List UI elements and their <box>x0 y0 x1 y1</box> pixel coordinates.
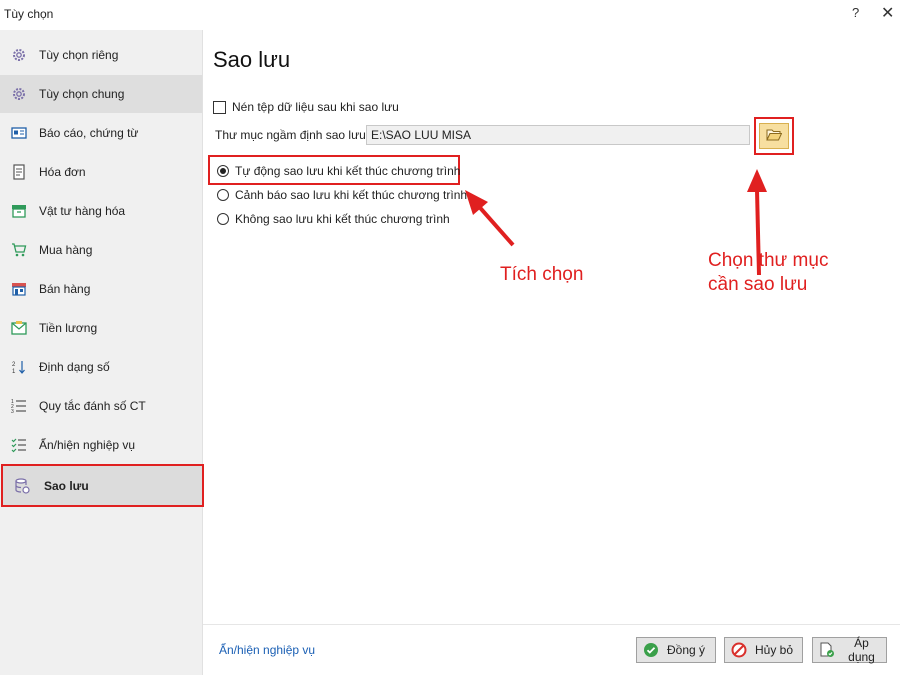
sidebar-item-label: Tùy chọn riêng <box>39 48 119 62</box>
sidebar-item-label: Định dạng số <box>39 360 110 374</box>
check-circle-icon <box>643 642 659 658</box>
main-panel: Sao lưu Nén tệp dữ liệu sau khi sao lưu … <box>203 30 900 675</box>
apply-button-label: Áp dụng <box>848 636 875 664</box>
sidebar-item-label: Bán hàng <box>39 282 91 296</box>
folder-annotation-label-line2: cần sao lưu <box>708 274 808 295</box>
checklist-icon <box>11 437 27 453</box>
store-icon <box>11 281 27 297</box>
sidebar-item-invoices[interactable]: Hóa đơn <box>0 153 202 191</box>
sidebar-item-label: Hóa đơn <box>39 165 86 179</box>
svg-text:3: 3 <box>11 409 14 414</box>
shopping-cart-icon <box>11 242 27 258</box>
sidebar-item-purchasing[interactable]: Mua hàng <box>0 231 202 269</box>
tick-annotation-arrow <box>465 190 515 247</box>
title-bar: Tùy chọn ? ✕ <box>0 0 900 30</box>
svg-text:1: 1 <box>12 369 16 375</box>
sidebar-item-salary[interactable]: Tiền lương <box>0 309 202 347</box>
database-backup-icon <box>14 477 30 494</box>
sidebar-item-general-options[interactable]: Tùy chọn chung <box>0 75 202 113</box>
show-hide-operations-link[interactable]: Ẩn/hiện nghiệp vụ <box>219 643 315 657</box>
apply-document-icon <box>819 642 835 658</box>
help-button[interactable]: ? <box>852 5 859 20</box>
apply-button[interactable]: Áp dụng <box>812 636 887 664</box>
sidebar-item-number-format[interactable]: 21 Định dạng số <box>0 348 202 386</box>
inventory-box-icon <box>11 203 27 219</box>
cancel-circle-icon <box>731 642 747 658</box>
gear-icon <box>11 86 27 102</box>
sidebar-item-label: Tùy chọn chung <box>39 87 125 101</box>
folder-annotation-label-line1: Chọn thư mục <box>708 250 829 271</box>
sidebar-item-personal-options[interactable]: Tùy chọn riêng <box>0 36 202 74</box>
ok-button[interactable]: Đồng ý <box>636 637 716 663</box>
sidebar-item-show-hide-operations[interactable]: Ẩn/hiện nghiệp vụ <box>0 426 202 464</box>
sidebar-item-backup[interactable]: Sao lưu <box>1 464 204 507</box>
sidebar-item-reports[interactable]: Báo cáo, chứng từ <box>0 114 202 152</box>
close-button[interactable]: ✕ <box>881 3 894 23</box>
salary-envelope-icon <box>11 320 27 336</box>
sidebar-item-label: Mua hàng <box>39 243 93 257</box>
footer-divider <box>203 624 900 625</box>
sidebar-item-label: Báo cáo, chứng từ <box>39 126 139 140</box>
sidebar-item-label: Ẩn/hiện nghiệp vụ <box>39 438 136 452</box>
sidebar-item-sales[interactable]: Bán hàng <box>0 270 202 308</box>
svg-text:2: 2 <box>12 362 16 368</box>
sidebar-item-inventory[interactable]: Vật tư hàng hóa <box>0 192 202 230</box>
sidebar-item-label: Tiền lương <box>39 321 98 335</box>
cancel-button-label: Hủy bỏ <box>755 643 794 657</box>
ok-button-label: Đồng ý <box>667 643 706 657</box>
gear-icon <box>11 47 27 63</box>
sidebar-item-label: Sao lưu <box>44 478 89 493</box>
sidebar-item-label: Quy tắc đánh số CT <box>39 399 146 413</box>
sidebar: Tùy chọn riêng Tùy chọn chung Báo cáo, c… <box>0 30 204 675</box>
number-format-icon: 21 <box>11 359 27 375</box>
cancel-button[interactable]: Hủy bỏ <box>724 637 803 663</box>
invoice-icon <box>11 164 27 180</box>
window-title: Tùy chọn <box>4 7 54 21</box>
sidebar-item-label: Vật tư hàng hóa <box>39 204 126 218</box>
tick-annotation-label: Tích chọn <box>500 264 584 285</box>
report-icon <box>11 125 27 141</box>
numbered-list-icon: 123 <box>11 398 27 414</box>
sidebar-item-numbering-rules[interactable]: 123 Quy tắc đánh số CT <box>0 387 202 425</box>
